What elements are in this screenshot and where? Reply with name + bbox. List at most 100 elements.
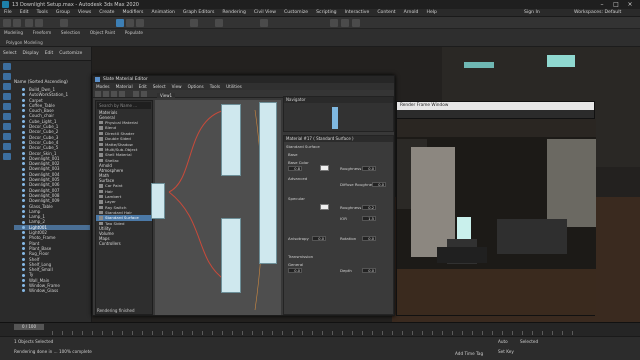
visibility-icon[interactable] xyxy=(22,88,25,92)
visibility-icon[interactable] xyxy=(22,146,25,150)
minimize-button[interactable]: – xyxy=(596,1,608,8)
visibility-icon[interactable] xyxy=(22,157,25,160)
visibility-icon[interactable] xyxy=(22,135,25,139)
visibility-icon[interactable] xyxy=(22,93,25,97)
menu-tools[interactable]: Tools xyxy=(33,10,52,15)
visibility-icon[interactable] xyxy=(22,199,25,203)
visibility-icon[interactable] xyxy=(22,178,25,182)
visibility-icon[interactable] xyxy=(22,125,25,129)
filter-xrefs-icon[interactable] xyxy=(3,133,11,140)
navigator-preview[interactable] xyxy=(332,107,338,129)
sme-menu-edit[interactable]: Edit xyxy=(136,84,150,89)
visibility-icon[interactable] xyxy=(22,262,25,266)
menu-interactive[interactable]: Interactive xyxy=(341,10,374,15)
filter-helpers-icon[interactable] xyxy=(3,103,11,110)
select-rotate-icon[interactable] xyxy=(126,19,134,27)
ribbon-tab-selection[interactable]: Selection xyxy=(61,30,80,35)
visibility-icon[interactable] xyxy=(22,114,25,118)
menu-animation[interactable]: Animation xyxy=(147,10,178,15)
menu-content[interactable]: Content xyxy=(373,10,399,15)
render-setup-icon[interactable] xyxy=(341,19,349,27)
filter-bones-icon[interactable] xyxy=(3,143,11,150)
sme-menu-view[interactable]: View xyxy=(169,84,185,89)
node-view[interactable]: View1 xyxy=(151,93,281,315)
visibility-icon[interactable] xyxy=(22,104,25,108)
section-specular[interactable]: Specular xyxy=(288,196,305,201)
visibility-icon[interactable] xyxy=(22,231,25,235)
menu-rendering[interactable]: Rendering xyxy=(218,10,249,15)
delete-selected-icon[interactable] xyxy=(119,91,125,97)
browser-group-header[interactable]: Controllers xyxy=(96,241,152,246)
filter-geometry-icon[interactable] xyxy=(3,63,11,70)
spec-roughness-field[interactable]: 0.2 xyxy=(362,205,376,210)
visibility-icon[interactable] xyxy=(22,215,25,219)
visibility-icon[interactable] xyxy=(22,194,25,198)
time-slider[interactable]: 0 / 100 xyxy=(0,322,640,336)
base-roughness-field[interactable]: 0.0 xyxy=(362,166,376,171)
browser-material-item[interactable]: Shellac xyxy=(96,158,152,163)
auto-key-button[interactable]: Auto xyxy=(498,339,508,344)
sme-menu-options[interactable]: Options xyxy=(185,84,207,89)
select-scale-icon[interactable] xyxy=(136,19,144,27)
filter-shapes-icon[interactable] xyxy=(3,73,11,80)
transmission-weight-field[interactable]: 0.0 xyxy=(288,268,302,273)
menu-create[interactable]: Create xyxy=(95,10,118,15)
section-base[interactable]: Base xyxy=(288,152,297,157)
link-icon[interactable] xyxy=(25,19,33,27)
menu-help[interactable]: Help xyxy=(422,10,440,15)
visibility-icon[interactable] xyxy=(22,278,25,282)
visibility-icon[interactable] xyxy=(22,289,25,293)
show-map-icon[interactable] xyxy=(133,91,139,97)
filter-cameras-icon[interactable] xyxy=(3,93,11,100)
base-weight-field[interactable]: 0.8 xyxy=(288,166,302,171)
menu-modifiers[interactable]: Modifiers xyxy=(118,10,147,15)
undo-icon[interactable] xyxy=(3,19,11,27)
browser-material-item[interactable]: Two Sided xyxy=(96,221,152,226)
maximize-button[interactable]: □ xyxy=(610,1,622,8)
visibility-icon[interactable] xyxy=(22,204,25,208)
selection-set-icon[interactable] xyxy=(260,19,268,27)
visibility-icon[interactable] xyxy=(22,172,25,176)
visibility-icon[interactable] xyxy=(22,119,25,123)
sme-menu-select[interactable]: Select xyxy=(150,84,169,89)
scene-list-item[interactable]: Window_Glass xyxy=(14,288,90,293)
ribbon-group-label[interactable]: Polygon Modeling xyxy=(6,40,43,45)
assign-material-icon[interactable] xyxy=(111,91,117,97)
select-move-icon[interactable] xyxy=(116,19,124,27)
menu-civil-view[interactable]: Civil View xyxy=(250,10,280,15)
menu-group[interactable]: Group xyxy=(52,10,74,15)
close-button[interactable]: × xyxy=(624,1,636,8)
material-editor-icon[interactable] xyxy=(330,19,338,27)
specular-color-swatch[interactable] xyxy=(320,204,329,210)
section-transmission[interactable]: Transmission xyxy=(288,254,313,259)
sme-menu-tools[interactable]: Tools xyxy=(207,84,223,89)
visibility-icon[interactable] xyxy=(22,209,25,213)
menu-arnold[interactable]: Arnold xyxy=(400,10,423,15)
standard-surface-node[interactable] xyxy=(259,102,277,264)
menu-file[interactable]: File xyxy=(0,10,16,15)
visibility-icon[interactable] xyxy=(22,257,25,261)
diffuse-roughness-field[interactable]: 0.0 xyxy=(372,182,386,187)
ribbon-tab-populate[interactable]: Populate xyxy=(125,30,143,35)
visibility-icon[interactable] xyxy=(22,167,25,171)
add-time-tag-button[interactable]: Add Time Tag xyxy=(455,351,483,356)
sign-in-button[interactable]: Sign In xyxy=(520,10,544,16)
set-key-button[interactable]: Set Key xyxy=(498,349,514,354)
filter-spacewarps-icon[interactable] xyxy=(3,113,11,120)
map-node-1[interactable] xyxy=(221,104,241,176)
redo-icon[interactable] xyxy=(13,19,21,27)
menu-views[interactable]: Views xyxy=(74,10,95,15)
key-filter-dropdown[interactable]: Selected xyxy=(520,339,538,344)
visibility-icon[interactable] xyxy=(22,151,25,155)
view-tab[interactable]: View1 xyxy=(157,93,176,98)
render-teapot-icon[interactable] xyxy=(352,19,360,27)
visibility-icon[interactable] xyxy=(22,98,25,102)
menu-edit[interactable]: Edit xyxy=(16,10,33,15)
visibility-icon[interactable] xyxy=(22,162,25,166)
pick-material-icon[interactable] xyxy=(103,91,109,97)
visibility-icon[interactable] xyxy=(22,284,25,288)
scene-tab-select[interactable]: Select xyxy=(0,51,20,56)
angle-snap-icon[interactable] xyxy=(215,19,223,27)
menu-scripting[interactable]: Scripting xyxy=(312,10,340,15)
show-background-icon[interactable] xyxy=(141,91,147,97)
